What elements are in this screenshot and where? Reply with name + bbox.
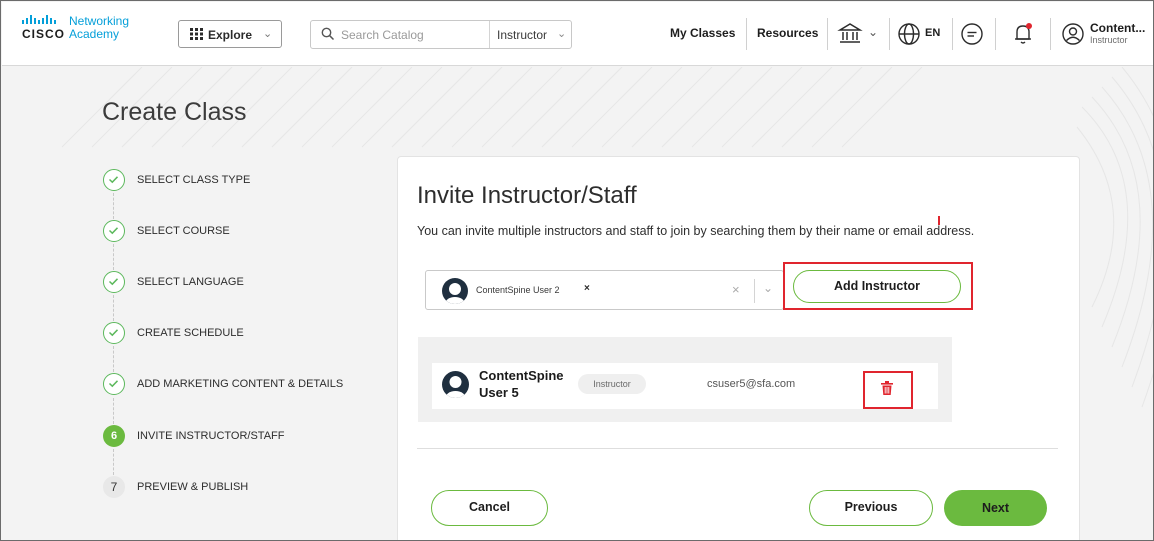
nav-divider (889, 18, 890, 50)
avatar (442, 371, 469, 398)
search-input[interactable]: Search Catalog (341, 28, 424, 42)
chevron-down-icon[interactable]: ⌄ (868, 25, 878, 39)
add-instructor-button[interactable]: Add Instructor (793, 270, 961, 303)
step-label: SELECT CLASS TYPE (137, 174, 251, 186)
globe-icon[interactable] (896, 21, 922, 47)
step-connector (113, 398, 114, 424)
step-label: INVITE INSTRUCTOR/STAFF (137, 430, 285, 442)
nav-divider (827, 18, 828, 50)
nav-divider (952, 18, 953, 50)
cisco-networking-academy-logo[interactable]: CISCO Networking Academy (22, 14, 152, 48)
instructor-search-select[interactable]: ContentSpine User 2 × × ⌄ (425, 270, 784, 310)
search-divider (489, 21, 490, 48)
resources-link[interactable]: Resources (757, 26, 818, 40)
logo-academy-text: Academy (69, 27, 120, 41)
nav-divider (746, 18, 747, 50)
step-label: SELECT LANGUAGE (137, 276, 244, 288)
check-icon (103, 373, 125, 395)
step-number-badge: 7 (103, 476, 125, 498)
cisco-wordmark: CISCO (22, 27, 66, 41)
invited-members-list: ContentSpine User 5 Instructor csuser5@s… (418, 337, 952, 422)
step-connector (113, 244, 114, 270)
divider (417, 448, 1058, 449)
user-role: Instructor (1090, 35, 1128, 45)
step-label: CREATE SCHEDULE (137, 327, 244, 339)
my-classes-link[interactable]: My Classes (670, 26, 735, 40)
role-select[interactable]: Instructor (497, 28, 547, 42)
chip-remove-icon[interactable]: × (584, 283, 590, 294)
member-name: ContentSpine User 5 (479, 368, 564, 400)
clear-selection-icon[interactable]: × (732, 282, 740, 297)
app-frame: CISCO Networking Academy Explore ⌄ Searc… (0, 0, 1154, 541)
avatar (442, 278, 468, 304)
list-item: ContentSpine User 5 Instructor csuser5@s… (432, 363, 938, 409)
language-label[interactable]: EN (925, 27, 940, 39)
check-icon (103, 271, 125, 293)
select-divider (754, 279, 755, 303)
step-connector (113, 346, 114, 372)
cisco-bars-icon (22, 15, 56, 24)
chevron-down-icon: ⌄ (557, 28, 567, 40)
previous-button[interactable]: Previous (809, 490, 933, 526)
explore-menu-button[interactable]: Explore ⌄ (178, 20, 282, 48)
step-connector (113, 295, 114, 321)
search-icon (321, 27, 335, 41)
check-icon (103, 322, 125, 344)
step-connector (113, 193, 114, 219)
user-name[interactable]: Content... (1090, 21, 1145, 35)
nav-divider (1050, 18, 1051, 50)
chevron-down-icon: ⌄ (263, 28, 273, 40)
invite-card: Invite Instructor/Staff You can invite m… (397, 156, 1080, 540)
invite-title: Invite Instructor/Staff (417, 182, 637, 209)
page-title: Create Class (102, 98, 247, 126)
nav-divider (995, 18, 996, 50)
step-label: ADD MARKETING CONTENT & DETAILS (137, 378, 344, 390)
role-badge: Instructor (578, 374, 646, 394)
step-number-badge: 6 (103, 425, 125, 447)
logo-networking-text: Networking (69, 14, 130, 28)
selected-user-chip: ContentSpine User 2 (476, 285, 560, 295)
next-button[interactable]: Next (944, 490, 1047, 526)
grid-icon (190, 28, 203, 40)
step-label: PREVIEW & PUBLISH (137, 481, 249, 493)
institution-icon[interactable] (837, 21, 863, 47)
catalog-search: Search Catalog Instructor ⌄ (310, 20, 572, 49)
step-connector (113, 449, 114, 475)
cancel-button[interactable]: Cancel (431, 490, 548, 526)
trash-icon[interactable] (881, 381, 893, 395)
bell-icon[interactable] (1010, 21, 1036, 47)
chat-icon[interactable] (959, 21, 985, 47)
explore-label: Explore (208, 28, 253, 42)
check-icon (103, 169, 125, 191)
step-label: SELECT COURSE (137, 225, 230, 237)
member-email: csuser5@sfa.com (707, 378, 796, 390)
top-navigation-bar: CISCO Networking Academy Explore ⌄ Searc… (2, 2, 1153, 66)
chevron-down-icon[interactable]: ⌄ (763, 281, 773, 295)
invite-description: You can invite multiple instructors and … (417, 224, 975, 238)
check-icon (103, 220, 125, 242)
user-avatar-icon[interactable] (1060, 21, 1086, 47)
